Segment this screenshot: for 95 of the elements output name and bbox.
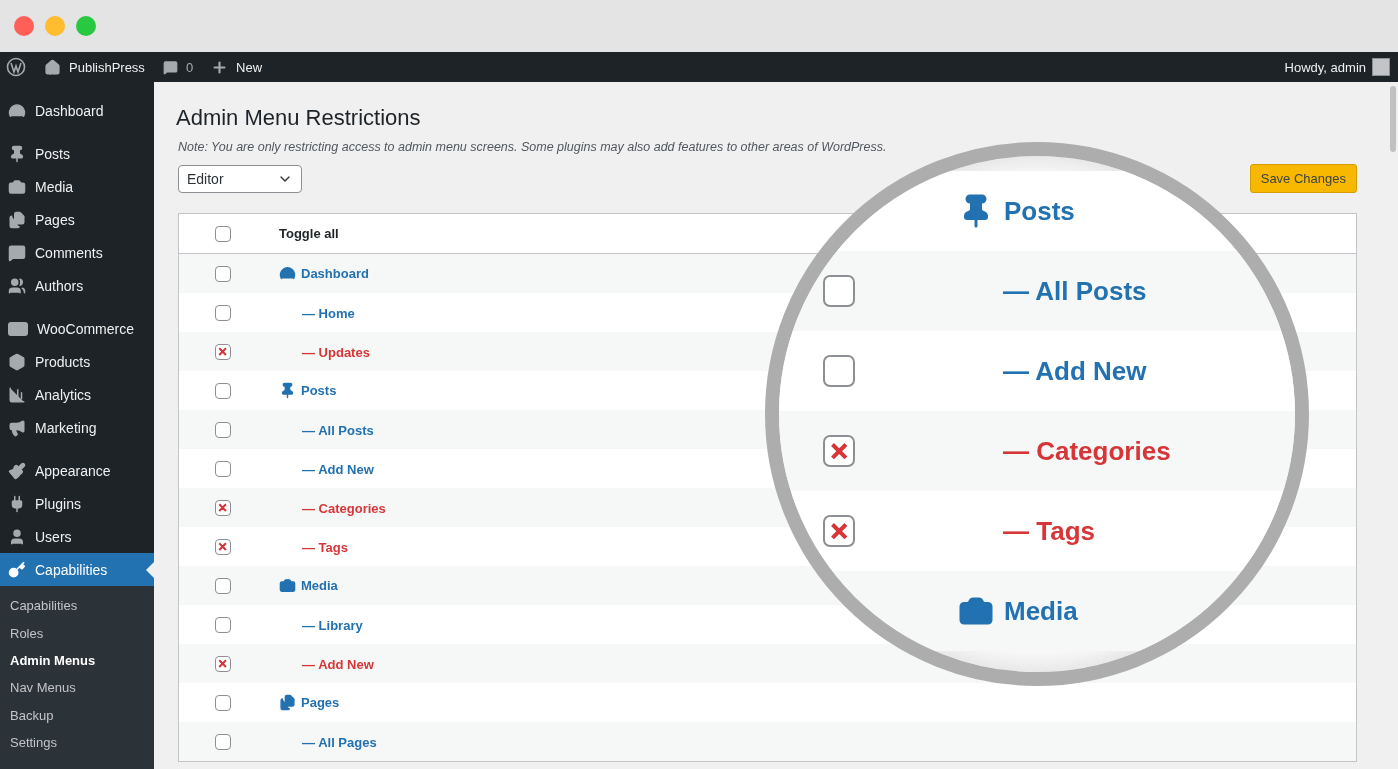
person-icon [8,527,26,546]
sidebar-item[interactable]: Dashboard [0,94,154,127]
submenu-link[interactable]: — Categories [1003,435,1171,467]
menu-link[interactable]: Media [279,577,338,594]
toggle-all-label: Toggle all [279,226,339,241]
submenu-link[interactable]: — All Pages [302,734,377,750]
megaphone-icon [8,418,26,437]
sidebar-item[interactable]: Appearance [0,454,154,487]
new-link[interactable]: New [236,59,263,75]
sidebar-item[interactable]: Analytics [0,378,154,411]
checkbox[interactable] [215,694,231,711]
site-name: PublishPress [69,59,145,75]
speech-bubble-icon[interactable] [162,59,178,75]
submenu-link[interactable]: — All Posts [302,422,374,438]
sidebar-item[interactable]: Capabilities [0,553,154,586]
checkbox[interactable] [215,499,231,516]
submenu-link[interactable]: — Tags [302,539,348,555]
checkbox[interactable] [215,382,231,399]
documents-icon [279,694,296,711]
submenu-link[interactable]: — Categories [302,500,386,516]
cross-icon [217,501,229,514]
plus-icon[interactable] [211,58,229,76]
submenu-item[interactable]: Capabilities [0,592,154,620]
checkbox[interactable] [215,616,231,633]
gauge-icon [279,265,296,282]
sidebar-item[interactable]: Media [0,170,154,203]
sidebar-item[interactable]: WooCommerce [0,312,154,345]
speech-bubble-icon [8,243,26,262]
checkbox[interactable] [215,265,231,282]
sidebar-item[interactable]: Products [0,345,154,378]
people-icon [8,276,26,295]
menu-link[interactable]: Pages [279,694,340,711]
camera-icon [279,577,296,594]
paintbrush-icon [8,461,26,480]
save-button[interactable]: Save Changes [1249,164,1357,193]
submenu-link[interactable]: — Add New [302,461,374,477]
cross-icon [217,657,229,670]
submenu-link[interactable]: — Add New [302,656,374,672]
submenu-item[interactable]: Backup [0,701,154,729]
cross-icon [217,345,229,358]
note-text: Note: You are only restricting access to admin menu screens. Some plugins may also add features to other areas of WordPress. [178,140,888,154]
submenu-link[interactable]: — Home [302,305,355,321]
menu-link[interactable]: Media [958,593,1078,629]
submenu-link[interactable]: — Tags [1003,515,1095,547]
site-link[interactable]: PublishPress [44,58,145,76]
checkbox[interactable] [823,515,855,547]
cross-icon [217,540,229,553]
sidebar-item[interactable]: Comments [0,236,154,269]
checkbox[interactable] [215,460,231,477]
submenu-item[interactable]: Settings [0,728,154,757]
submenu-link[interactable]: — Updates [302,344,370,360]
zoom-window-button[interactable] [76,16,96,36]
checkbox[interactable] [823,435,855,467]
sidebar-item[interactable]: Plugins [0,487,154,520]
comment-count: 0 [185,59,194,75]
current-pointer [146,562,154,578]
sidebar-item[interactable]: Authors [0,269,154,302]
checkbox[interactable] [215,225,231,242]
submenu-item[interactable]: Roles [0,619,154,647]
checkbox[interactable] [215,343,231,360]
sidebar-item[interactable]: Posts [0,137,154,170]
sidebar-item[interactable]: Pages [0,203,154,236]
submenu-item[interactable]: Nav Menus [0,674,154,702]
pin-icon [279,382,296,399]
menu-link[interactable]: Dashboard [279,265,369,282]
submenu-link[interactable]: — Add New [1003,355,1147,387]
documents-icon [8,210,26,229]
submenu-item[interactable]: Admin Menus [0,646,154,675]
shop-icon [8,321,28,336]
logo-icon[interactable] [6,57,26,77]
submenu-link[interactable]: — Library [302,617,363,633]
box-icon [8,352,26,371]
camera-icon [8,177,26,196]
menu-link[interactable]: Posts [279,382,337,399]
key-icon [8,560,26,579]
role-select[interactable]: Editor [178,164,302,193]
checkbox[interactable] [215,304,231,321]
sidebar-item[interactable]: Users [0,520,154,553]
avatar[interactable] [1372,58,1390,76]
pin-icon [8,144,26,163]
greeting[interactable]: Howdy, admin [1284,59,1366,75]
checkbox[interactable] [215,655,231,672]
checkbox[interactable] [215,421,231,438]
checkbox[interactable] [823,275,855,307]
checkbox[interactable] [823,355,855,387]
submenu-link[interactable]: — All Posts [1003,275,1147,307]
checkbox[interactable] [215,577,231,594]
home-icon [44,58,61,76]
close-window-button[interactable] [14,16,34,36]
gauge-icon [8,101,26,120]
menu-link[interactable]: Posts [958,193,1075,229]
checkbox[interactable] [215,733,231,750]
page-title: Admin Menu Restrictions [176,104,422,132]
sidebar-item[interactable]: Marketing [0,411,154,444]
checkbox[interactable] [215,538,231,555]
